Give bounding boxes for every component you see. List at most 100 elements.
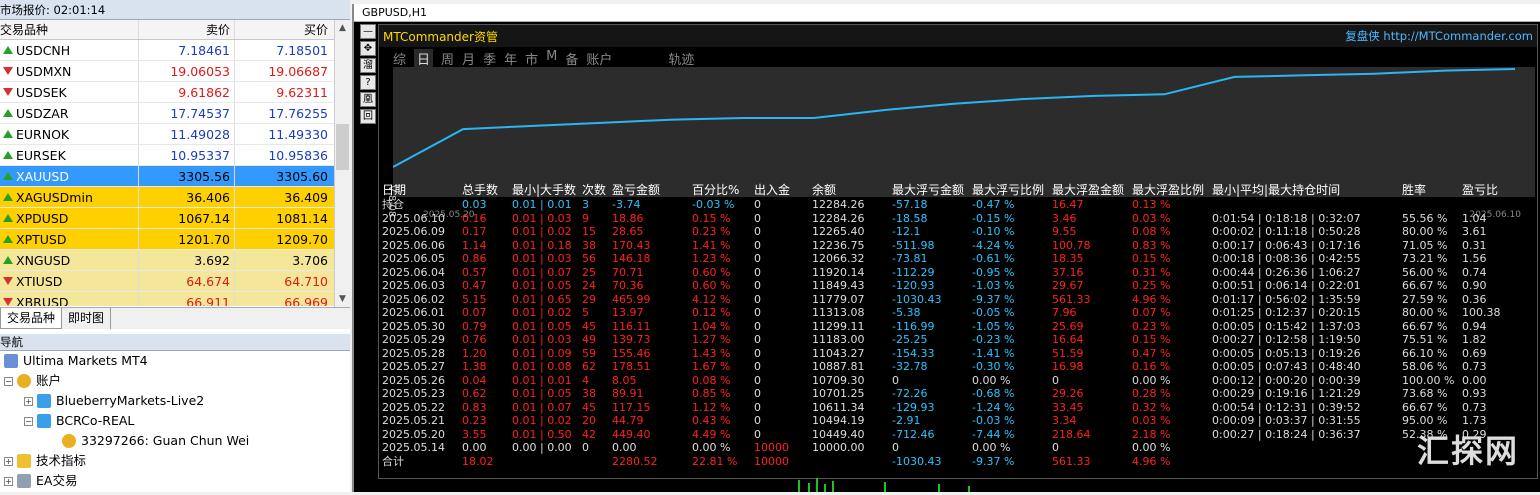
scroll-down-icon[interactable]: ▼ — [335, 291, 350, 307]
dashboard-tab[interactable]: 季 — [483, 49, 496, 68]
table-cell: -0.03 % — [692, 198, 735, 211]
move-icon[interactable]: ✥ — [360, 41, 376, 56]
symbol-row[interactable]: EURSEK 10.95337 10.95836 — [0, 145, 334, 166]
dashboard-tab[interactable]: 周 — [441, 49, 454, 68]
table-cell: 0 — [754, 265, 761, 279]
arrow-up-icon — [3, 214, 13, 222]
table-cell: 9.55 — [1052, 225, 1077, 238]
symbol-row[interactable]: USDMXN 19.06053 19.06687 — [0, 61, 334, 82]
table-cell: 0.01 | 0.01 — [512, 373, 572, 387]
table-cell: 2025.05.28 — [382, 346, 445, 360]
column-header: 盈亏比 — [1462, 183, 1499, 197]
symbol-row[interactable]: XNGUSD 3.692 3.706 — [0, 250, 334, 271]
table-cell: 10000 — [754, 454, 789, 468]
symbol-row[interactable]: USDSEK 9.61862 9.62311 — [0, 82, 334, 103]
table-row: 持仓 0.03 0.01 | 0.01 3 -3.74 -0.03 % 0 12284.26 -… — [382, 198, 1532, 212]
scroll-thumb[interactable] — [336, 124, 349, 170]
table-cell: -72.26 — [892, 387, 928, 400]
table-cell: -18.58 — [892, 211, 928, 225]
table-cell: 2025.06.04 — [382, 265, 445, 279]
ask-price: 9.62311 — [234, 82, 334, 102]
dashboard-tab[interactable]: M — [546, 49, 557, 68]
nav-indicators[interactable]: + 技术指标 — [4, 451, 86, 471]
minimize-icon[interactable]: — — [360, 24, 376, 39]
tab-symbols[interactable]: 交易品种 — [0, 308, 63, 329]
expand-icon[interactable]: + — [24, 396, 33, 406]
table-row: 2025.05.20 3.55 0.01 | 0.50 42 449.40 4.49 % 0… — [382, 428, 1532, 442]
table-cell: 0:00:17 | 0:06:43 | 0:17:16 — [1212, 238, 1361, 252]
table-cell: 0 — [754, 400, 761, 414]
symbol-name: XTIUSD — [16, 273, 63, 289]
navigator-tree: Ultima Markets MT4 − 账户 + BlueberryMarke… — [0, 351, 350, 492]
arrow-down-icon — [3, 298, 13, 306]
nav-accounts-label: 账户 — [36, 373, 62, 388]
collapse-icon[interactable]: − — [4, 376, 13, 386]
dashboard-tab[interactable]: 月 — [462, 49, 475, 68]
table-cell: 0:00:05 | 0:07:43 | 0:48:40 — [1212, 360, 1361, 373]
col-symbol-header[interactable]: 交易品种 — [0, 20, 138, 39]
dashboard-tab[interactable]: 轨迹 — [668, 49, 694, 68]
scroll-up-icon[interactable]: ▲ — [335, 20, 350, 36]
table-cell: -73.81 — [892, 252, 928, 265]
dashboard-tab[interactable]: 年 — [504, 49, 517, 68]
dashboard-tab[interactable]: 备 — [565, 49, 578, 68]
column-header: 最大浮亏比例 — [972, 183, 1045, 197]
symbol-row[interactable]: XPDUSD 1067.14 1081.14 — [0, 208, 334, 229]
symbol-row[interactable]: USDZAR 17.74537 17.76255 — [0, 103, 334, 124]
table-cell: 12284.26 — [812, 198, 865, 211]
nav-server-1[interactable]: + BlueberryMarkets-Live2 — [24, 391, 204, 411]
collapse-icon[interactable]: − — [24, 416, 33, 426]
brand-link[interactable]: 复盘侠 http://MTCommander.com — [1345, 28, 1533, 44]
arrow-up-icon — [3, 46, 13, 54]
indicator-icon — [17, 454, 31, 468]
nav-accounts[interactable]: − 账户 — [4, 371, 61, 391]
table-cell: 10000.00 — [812, 441, 865, 454]
symbol-row[interactable]: XAUUSD 3305.56 3305.60 — [0, 166, 334, 187]
table-cell: 18.02 — [462, 454, 494, 468]
table-cell: 1.20 — [462, 346, 487, 360]
symbol-row[interactable]: XAGUSDmin 36.406 36.409 — [0, 187, 334, 208]
table-cell: 3.61 — [1462, 225, 1487, 238]
dashboard-tab[interactable]: 市 — [525, 49, 538, 68]
table-cell: 0 — [754, 414, 761, 427]
table-cell: 0.79 — [462, 319, 487, 333]
nav-ea[interactable]: + EA交易 — [4, 471, 77, 491]
table-cell: 3 — [582, 198, 589, 211]
tool-liu-icon[interactable]: 溜 — [360, 58, 376, 73]
tab-tick-chart[interactable]: 即时图 — [62, 308, 112, 329]
help-icon[interactable]: ? — [360, 75, 376, 90]
navigator-title: 导航 — [0, 334, 350, 351]
col-ask-header[interactable]: 买价 — [234, 20, 334, 39]
expand-icon[interactable]: + — [4, 476, 13, 486]
dashboard-tab[interactable]: 综 — [393, 49, 406, 68]
chart-window[interactable]: GBPUSD,H1 — ✥ 溜 ? 凰 回 MTCommander资管 复盘侠 … — [352, 4, 1540, 492]
table-cell: 0 — [754, 292, 761, 306]
table-cell: 12284.26 — [812, 211, 865, 225]
dashboard-tab[interactable]: 日 — [414, 49, 434, 68]
table-cell: 0.47 % — [1132, 346, 1171, 360]
table-row: 2025.06.06 1.14 0.01 | 0.18 38 170.43 1.41 % 0… — [382, 239, 1532, 253]
table-cell: 25.69 — [1052, 319, 1084, 333]
nav-root[interactable]: Ultima Markets MT4 — [4, 351, 148, 371]
symbol-row[interactable]: USDCNH 7.18461 7.18501 — [0, 40, 334, 61]
nav-account-item[interactable]: 33297266: Guan Chun Wei — [62, 431, 249, 451]
dashboard-tab[interactable]: 账户 — [586, 49, 612, 68]
market-watch-scrollbar[interactable]: ▲ ▼ — [334, 20, 350, 307]
table-cell — [1212, 441, 1402, 455]
nav-server-2[interactable]: − BCRCo-REAL — [24, 411, 134, 431]
symbol-name: XPTUSD — [16, 231, 67, 247]
table-cell: 8.05 — [612, 373, 637, 387]
tool-back-icon[interactable]: 回 — [360, 109, 376, 124]
col-bid-header[interactable]: 卖价 — [138, 20, 234, 39]
table-cell: 117.15 — [612, 400, 651, 414]
table-cell: -0.68 % — [972, 387, 1015, 400]
expand-icon[interactable]: + — [4, 456, 13, 466]
symbol-row[interactable]: XBRUSD 66.911 66.969 — [0, 292, 334, 306]
tool-huang-icon[interactable]: 凰 — [360, 92, 376, 107]
accounts-icon — [17, 374, 31, 388]
symbol-row[interactable]: XPTUSD 1201.70 1209.70 — [0, 229, 334, 250]
symbol-row[interactable]: EURNOK 11.49028 11.49330 — [0, 124, 334, 145]
symbol-row[interactable]: XTIUSD 64.674 64.710 — [0, 271, 334, 292]
table-cell: 2025.06.06 — [382, 238, 445, 252]
table-cell: 0.00 % — [692, 441, 731, 454]
